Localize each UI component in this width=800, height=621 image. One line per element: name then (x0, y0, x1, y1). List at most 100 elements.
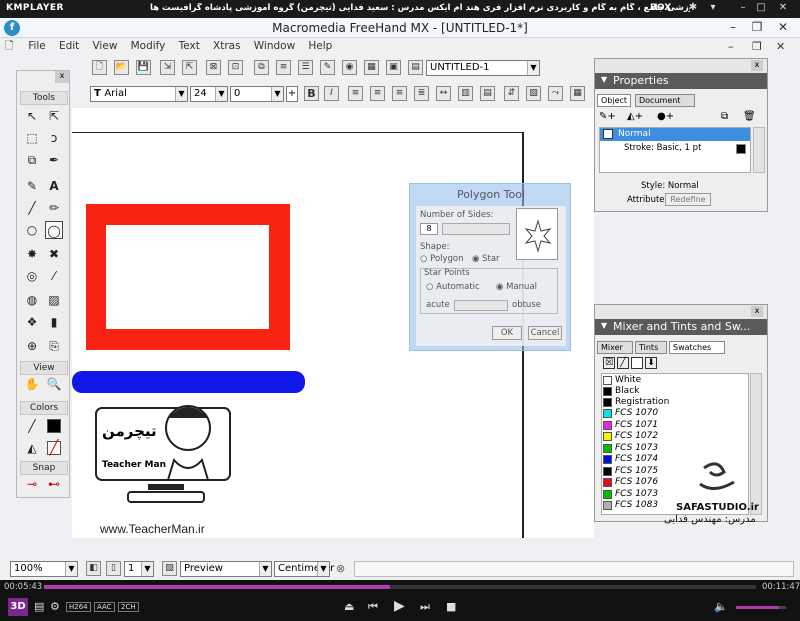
seek-track[interactable] (44, 585, 756, 589)
next-page-icon[interactable]: ▨ (162, 561, 177, 576)
tab-object[interactable]: Object (597, 94, 632, 107)
font-size-field[interactable]: 24 ▼ (190, 86, 228, 102)
playlist-icon[interactable]: ▤ (34, 600, 44, 613)
manual-radio[interactable]: ◉ Manual (496, 282, 537, 292)
no-color-icon[interactable]: ☒ (603, 357, 615, 369)
box-label[interactable]: BOX (650, 3, 671, 13)
mixer-close-icon[interactable]: x (751, 306, 763, 317)
properties-scrollbar[interactable] (753, 127, 765, 173)
lock-icon[interactable]: ⊠ (206, 60, 221, 75)
link-tool-icon[interactable]: ⎘ (45, 337, 63, 355)
line-tool-icon[interactable]: ╱ (23, 199, 41, 217)
unlock-icon[interactable]: ⊡ (228, 60, 243, 75)
swatch-item[interactable]: FCS 1072 (603, 431, 753, 442)
tools-close-icon[interactable]: x (55, 71, 69, 83)
chart-tool-icon[interactable]: ▮ (45, 313, 63, 331)
3d-button[interactable]: 3D (8, 598, 28, 616)
play-icon[interactable]: ▶ (394, 598, 405, 614)
ok-button[interactable]: OK (492, 326, 522, 340)
font-name-field[interactable]: T Arial ▼ (90, 86, 188, 102)
list-item-normal[interactable]: Normal (600, 128, 750, 141)
freeform-tool-icon[interactable]: ◎ (23, 267, 41, 285)
library-icon[interactable]: ▣ (386, 60, 401, 75)
sides-input[interactable]: 8 (420, 223, 438, 235)
snap-to-guide-icon[interactable]: ⊷ (45, 475, 63, 493)
menu-edit[interactable]: Edit (54, 38, 84, 54)
add-stroke-icon[interactable]: ✎+ (599, 111, 616, 122)
extrude-tool-icon[interactable]: ❖ (23, 313, 41, 331)
add-swatch-icon[interactable]: ⬇ (645, 357, 657, 369)
chevron-down-icon[interactable]: ▼ (271, 87, 283, 101)
page-icon[interactable]: ▯ (106, 561, 121, 576)
chevron-down-icon[interactable]: ▼ (317, 562, 329, 576)
polygon-radio[interactable]: ○ Polygon (420, 254, 464, 264)
minimize-icon[interactable]: – (736, 2, 750, 16)
app-minimize-icon[interactable]: – (722, 20, 744, 36)
menu-window[interactable]: Window (249, 38, 300, 54)
cancel-button[interactable]: Cancel (528, 326, 562, 340)
tab-swatches[interactable]: Swatches (669, 341, 725, 354)
bold-button[interactable]: B (304, 86, 319, 101)
units-select[interactable]: Centimeter ▼ (274, 561, 334, 577)
menu-text[interactable]: Text (174, 38, 205, 54)
star-point-slider[interactable] (454, 300, 508, 311)
menu-xtras[interactable]: Xtras (208, 38, 246, 54)
swatch-item[interactable]: White (603, 375, 753, 386)
pin-icon[interactable]: ✱ (686, 2, 700, 16)
maximize-icon[interactable]: □ (754, 2, 768, 16)
scale-tool-icon[interactable]: ⧉ (23, 151, 41, 169)
properties-close-icon[interactable]: x (751, 60, 763, 71)
align-center-icon[interactable]: ≡ (370, 86, 385, 101)
doc-icon[interactable]: 🗋 (0, 38, 20, 54)
page-field[interactable]: 1 ▼ (124, 561, 154, 577)
open-icon[interactable]: 📂 (114, 60, 129, 75)
align-left-icon[interactable]: ≡ (348, 86, 363, 101)
stroke-swatch-icon[interactable]: ╱ (617, 357, 629, 369)
spiral-tool-icon[interactable]: ✸ (23, 245, 41, 263)
menu-file[interactable]: File (23, 38, 51, 54)
app-restore-icon[interactable]: ❐ (746, 20, 768, 36)
document-select[interactable]: UNTITLED-1 ▼ (426, 60, 540, 76)
collapse-arrow-icon[interactable]: ▼ (601, 75, 607, 84)
chevron-down-icon[interactable]: ▼ (259, 562, 271, 576)
doc-minimize-icon[interactable]: – (728, 40, 734, 53)
text-wrap-icon[interactable]: ▧ (526, 86, 541, 101)
eyedropper-tool-icon[interactable]: ✒ (45, 151, 63, 169)
justify-icon[interactable]: ≣ (414, 86, 429, 101)
polygon-tool-icon[interactable]: ◯ (45, 221, 63, 239)
star-radio[interactable]: ◉ Star (472, 254, 500, 264)
columns-icon[interactable]: ▥ (458, 86, 473, 101)
next-icon[interactable]: ⏭ (420, 600, 430, 614)
tab-document[interactable]: Document (635, 94, 695, 107)
volume-icon[interactable]: 🔈 (714, 600, 728, 613)
pointer-tool-icon[interactable]: ↖ (23, 107, 41, 125)
kerning-icon[interactable]: ↔ (436, 86, 451, 101)
attach-text-icon[interactable]: ⤳ (548, 86, 563, 101)
automatic-radio[interactable]: ○ Automatic (426, 282, 480, 292)
doc-close-icon[interactable]: ✕ (776, 40, 785, 53)
align-icon[interactable]: ≡ (276, 60, 291, 75)
close-icon[interactable]: ✕ (776, 2, 790, 16)
connector-tool-icon[interactable]: ⊕ (23, 337, 41, 355)
swatch-item[interactable]: Black (603, 386, 753, 397)
italic-button[interactable]: I (324, 86, 339, 101)
eject-icon[interactable]: ⏏ (344, 600, 354, 613)
menu-help[interactable]: Help (303, 38, 337, 54)
swatch-item[interactable]: FCS 1073 (603, 443, 753, 454)
redefine-button[interactable]: Redefine (665, 193, 711, 206)
save-icon[interactable]: 💾 (136, 60, 151, 75)
chevron-down-icon[interactable]: ▼ (527, 61, 539, 75)
leading-mode-dropdown[interactable]: + (286, 86, 298, 102)
crop-tool-icon[interactable]: ✖ (45, 245, 63, 263)
swatch-icon[interactable]: ▦ (364, 60, 379, 75)
envelope-tool-icon[interactable]: ▨ (45, 291, 63, 309)
clear-icon[interactable]: ⊗ (336, 562, 345, 575)
hand-tool-icon[interactable]: ✋ (23, 375, 41, 393)
ellipse-tool-icon[interactable]: ○ (23, 221, 41, 239)
tab-mixer[interactable]: Mixer (597, 341, 633, 354)
swatch-item[interactable]: FCS 1070 (603, 408, 753, 419)
collapse-arrow-icon[interactable]: ▼ (601, 321, 607, 330)
chevron-down-icon[interactable]: ▼ (215, 87, 227, 101)
sides-slider[interactable] (442, 223, 510, 235)
rows-icon[interactable]: ▤ (480, 86, 495, 101)
